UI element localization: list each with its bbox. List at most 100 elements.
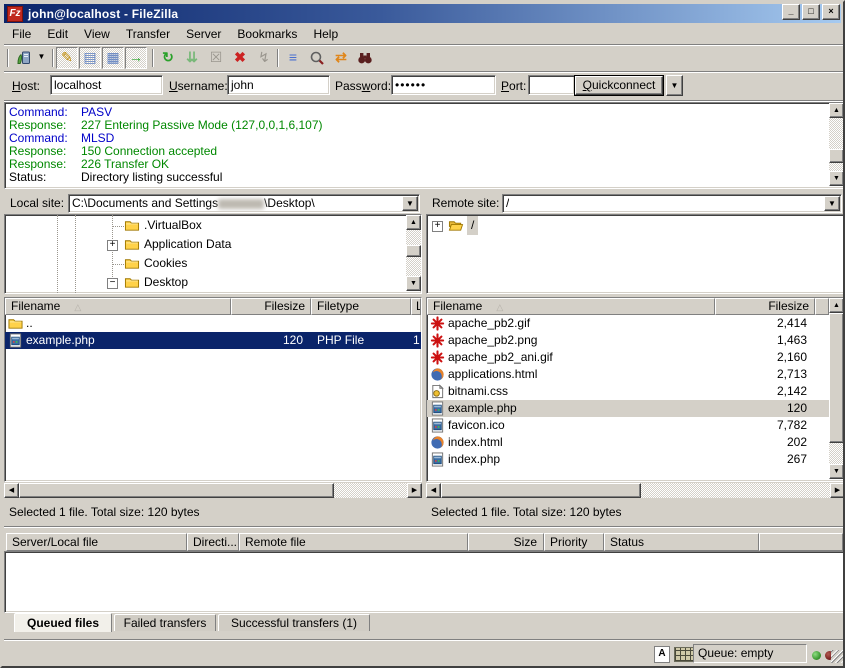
scrollbar-thumb[interactable]	[19, 483, 334, 498]
divider	[4, 526, 845, 528]
column-size[interactable]: Size	[468, 533, 544, 551]
quickconnect-dropdown[interactable]: ▼	[666, 75, 683, 96]
scroll-down-button[interactable]: ▼	[406, 276, 421, 291]
refresh-button[interactable]: ↻	[157, 47, 179, 69]
site-manager-dropdown[interactable]: ▼	[35, 47, 48, 69]
file-row[interactable]: apache_pb2.gif 2,414	[427, 315, 829, 332]
file-size: 2,414	[715, 315, 807, 332]
file-row[interactable]: applications.html 2,713	[427, 366, 829, 383]
cancel-button[interactable]: ☒	[205, 47, 227, 69]
toolbar-grip	[7, 49, 9, 67]
tab-successful-transfers[interactable]: Successful transfers (1)	[218, 614, 370, 631]
scroll-right-button[interactable]: ▶	[407, 483, 422, 498]
quickconnect-button[interactable]: Quickconnect	[574, 75, 664, 96]
menu-bookmarks[interactable]: Bookmarks	[229, 25, 305, 43]
file-row-parent[interactable]: ..	[5, 315, 421, 332]
scroll-up-button[interactable]: ▲	[406, 215, 421, 230]
filter-button[interactable]: ≡	[282, 47, 304, 69]
local-hscrollbar[interactable]: ◀ ▶	[4, 483, 422, 498]
column-server-local-file[interactable]: Server/Local file	[6, 533, 187, 551]
column-remote-file[interactable]: Remote file	[239, 533, 468, 551]
menu-file[interactable]: File	[4, 25, 39, 43]
title-bar[interactable]: Fz john@localhost - FileZilla	[4, 4, 841, 23]
scroll-up-button[interactable]: ▲	[829, 103, 844, 118]
scroll-left-button[interactable]: ◀	[4, 483, 19, 498]
toggle-local-tree-button[interactable]: ▤	[79, 47, 101, 69]
site-manager-button[interactable]	[13, 47, 35, 69]
local-tree-scrollbar[interactable]: ▲ ▼	[406, 215, 421, 291]
sync-browsing-button[interactable]: ⇄	[330, 47, 352, 69]
log-scrollbar[interactable]: ▲ ▼	[829, 103, 844, 186]
menu-help[interactable]: Help	[305, 25, 346, 43]
expander-plus-icon[interactable]: +	[107, 240, 118, 251]
css-file-icon	[430, 384, 445, 399]
toggle-queue-button[interactable]: →	[125, 47, 147, 69]
scroll-down-button[interactable]: ▼	[829, 464, 844, 479]
scroll-right-button[interactable]: ▶	[830, 483, 845, 498]
local-site-combo[interactable]: C:\Documents and Settings\Desktop\ ▼	[68, 194, 420, 213]
file-row[interactable]: favicon.ico 7,782	[427, 417, 829, 434]
column-priority[interactable]: Priority	[544, 533, 604, 551]
scroll-down-button[interactable]: ▼	[829, 171, 844, 186]
scrollbar-thumb[interactable]	[406, 245, 421, 257]
scrollbar-thumb[interactable]	[829, 313, 844, 443]
remote-site-combo[interactable]: / ▼	[502, 194, 842, 213]
reconnect-button[interactable]: ↯	[253, 47, 275, 69]
column-modified[interactable]: L	[411, 298, 421, 315]
file-row-selected[interactable]: example.php 120	[427, 400, 829, 417]
username-input[interactable]: john	[227, 75, 330, 95]
process-queue-button[interactable]: ⇊	[181, 47, 203, 69]
expander-plus-icon[interactable]: +	[432, 221, 443, 232]
column-status[interactable]: Status	[604, 533, 759, 551]
port-input[interactable]	[528, 75, 575, 95]
host-input[interactable]: localhost	[50, 75, 163, 95]
expander-minus-icon[interactable]: −	[107, 278, 118, 289]
column-filename[interactable]: Filename△	[5, 298, 231, 315]
compare-button[interactable]	[306, 47, 328, 69]
close-button[interactable]: ×	[822, 4, 840, 20]
remote-hscrollbar[interactable]: ◀ ▶	[426, 483, 845, 498]
column-filesize[interactable]: Filesize	[715, 298, 815, 315]
remote-vscrollbar[interactable]: ▲ ▼	[829, 298, 844, 479]
speed-limits-icon[interactable]	[674, 647, 694, 662]
menu-server[interactable]: Server	[178, 25, 229, 43]
disconnect-button[interactable]: ✖	[229, 47, 251, 69]
file-row[interactable]: index.php 267	[427, 451, 829, 468]
filezilla-window: Fz john@localhost - FileZilla _ □ × File…	[0, 0, 845, 668]
tree-item-virtualbox[interactable]: .VirtualBox	[5, 216, 405, 235]
find-files-button[interactable]	[354, 47, 376, 69]
scrollbar-thumb[interactable]	[829, 149, 844, 163]
file-row[interactable]: bitnami.css 2,142	[427, 383, 829, 400]
tree-item-cookies[interactable]: Cookies	[5, 254, 405, 273]
tree-item-root[interactable]: + /	[427, 216, 827, 235]
maximize-button[interactable]: □	[802, 4, 820, 20]
scrollbar-thumb[interactable]	[441, 483, 641, 498]
column-filename[interactable]: Filename△	[427, 298, 715, 315]
file-row-selected[interactable]: example.php 120 PHP File 1	[5, 332, 421, 349]
file-row[interactable]: index.html 202	[427, 434, 829, 451]
toggle-remote-tree-button[interactable]: ▦	[102, 47, 124, 69]
password-input[interactable]: ••••••	[391, 75, 496, 95]
scroll-left-button[interactable]: ◀	[426, 483, 441, 498]
tab-queued-files[interactable]: Queued files	[14, 613, 112, 632]
toggle-message-log-button[interactable]: ✎	[56, 47, 78, 69]
file-size: 202	[715, 434, 807, 451]
minimize-button[interactable]: _	[782, 4, 800, 20]
column-filetype[interactable]: Filetype	[311, 298, 411, 315]
file-name: index.html	[448, 434, 503, 451]
tree-item-desktop[interactable]: − Desktop	[5, 273, 405, 292]
resize-grip[interactable]	[831, 650, 844, 663]
file-row[interactable]: apache_pb2.png 1,463	[427, 332, 829, 349]
tab-failed-transfers[interactable]: Failed transfers	[114, 614, 216, 631]
menu-transfer[interactable]: Transfer	[118, 25, 178, 43]
scroll-up-button[interactable]: ▲	[829, 298, 844, 313]
menu-edit[interactable]: Edit	[39, 25, 76, 43]
column-direction[interactable]: Directi...	[187, 533, 239, 551]
menu-view[interactable]: View	[76, 25, 118, 43]
column-filesize[interactable]: Filesize	[231, 298, 311, 315]
php-file-icon	[430, 418, 445, 433]
chevron-down-icon[interactable]: ▼	[402, 196, 418, 211]
tree-item-application-data[interactable]: + Application Data	[5, 235, 405, 254]
chevron-down-icon[interactable]: ▼	[824, 196, 840, 211]
file-row[interactable]: apache_pb2_ani.gif 2,160	[427, 349, 829, 366]
